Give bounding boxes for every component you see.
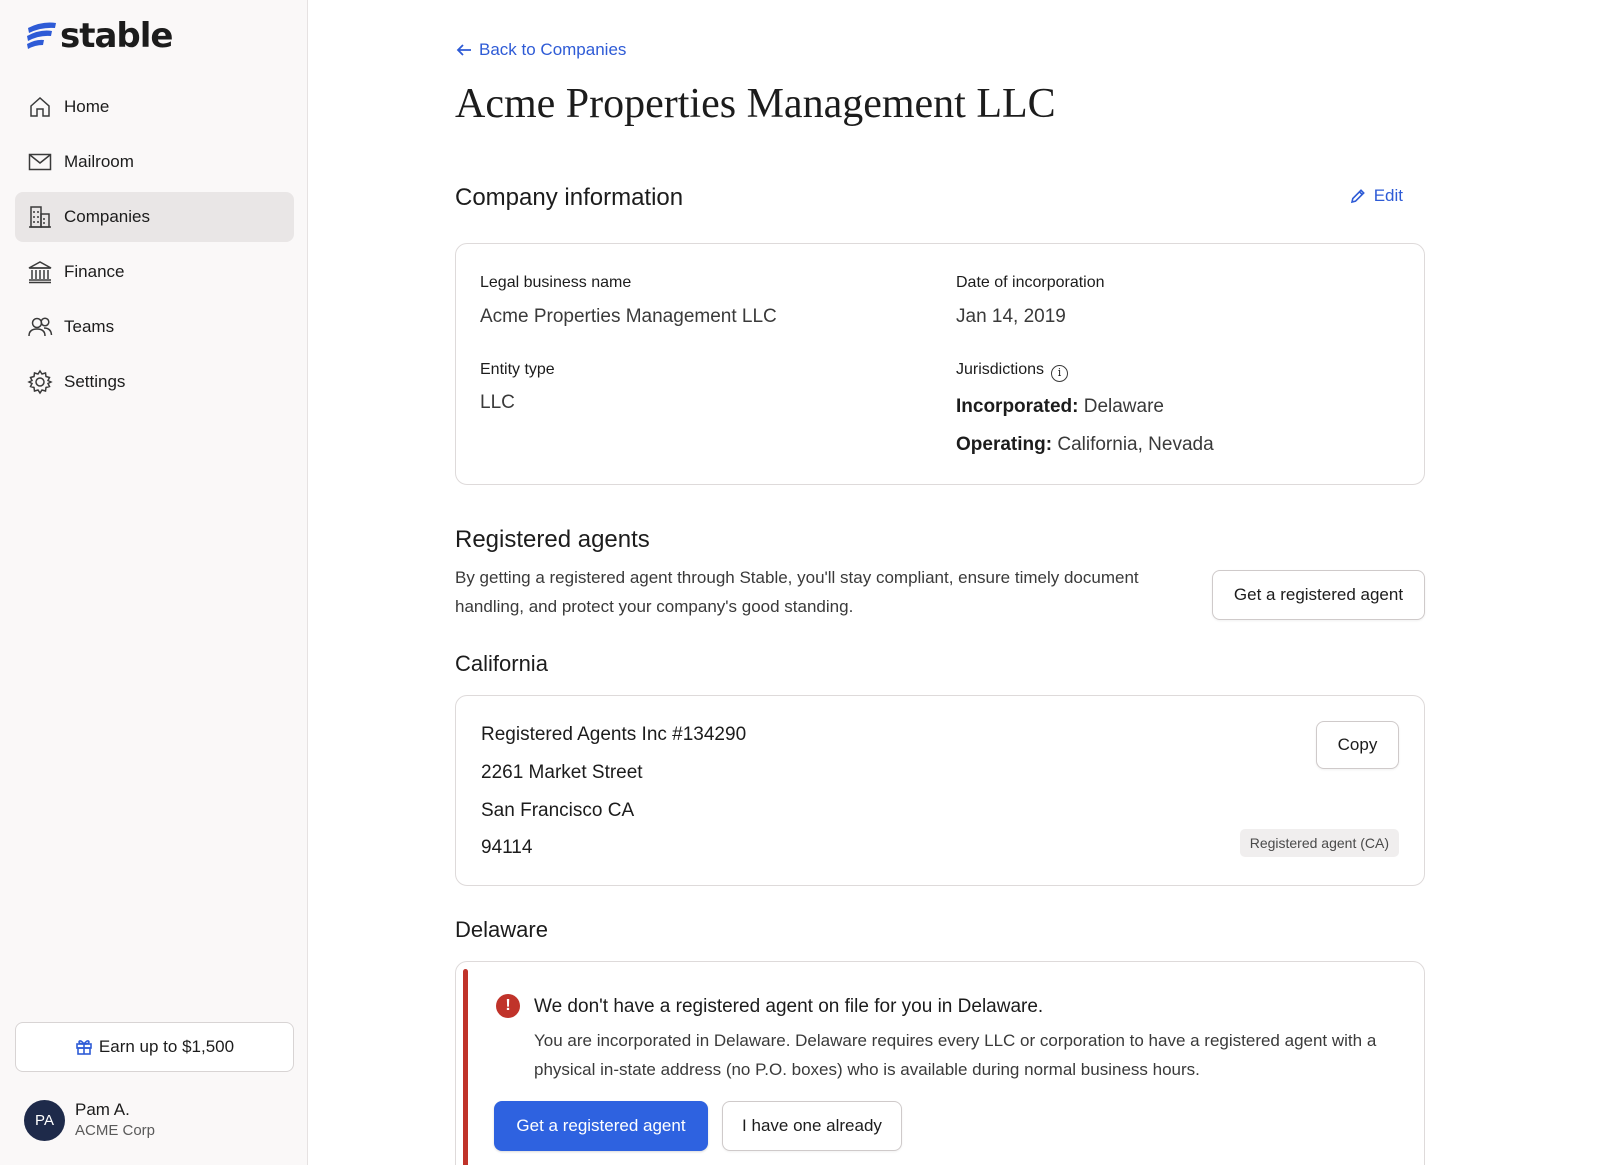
arrow-left-icon <box>456 44 471 56</box>
sidebar-item-finance[interactable]: Finance <box>15 247 294 297</box>
operating-value: California, Nevada <box>1057 434 1214 455</box>
sidebar-item-label: Finance <box>64 262 125 281</box>
jurisdictions-label-text: Jurisdictions <box>956 361 1045 378</box>
operating-label: Operating: <box>956 434 1053 455</box>
operating-row: Operating: California, Nevada <box>956 434 1214 456</box>
incorp-date-label: Date of incorporation <box>956 274 1105 291</box>
back-to-companies-link[interactable]: Back to Companies <box>455 40 626 60</box>
users-icon <box>27 314 53 340</box>
company-info-card: Legal business name Acme Properties Mana… <box>455 243 1425 485</box>
status-badge: Registered agent (CA) <box>1239 829 1399 857</box>
incorporated-label: Incorporated: <box>956 396 1079 417</box>
incorporated-row: Incorporated: Delaware <box>956 396 1164 418</box>
sidebar-item-label: Settings <box>64 372 126 391</box>
sidebar-item-mailroom[interactable]: Mailroom <box>15 137 294 187</box>
sidebar-item-label: Companies <box>64 207 150 226</box>
building-icon <box>27 204 53 230</box>
back-link-label: Back to Companies <box>479 40 627 59</box>
brand-name: stable <box>60 16 173 56</box>
sidebar-item-home[interactable]: Home <box>15 82 294 132</box>
california-agent-card: Registered Agents Inc #134290 2261 Marke… <box>455 695 1425 886</box>
user-profile[interactable]: PA Pam A. ACME Corp <box>24 1099 155 1141</box>
agent-name: Registered Agents Inc #134290 <box>481 724 747 745</box>
user-org: ACME Corp <box>75 1122 156 1139</box>
stable-logo-mark-icon <box>27 22 56 49</box>
gift-icon <box>76 1040 92 1055</box>
sidebar-item-teams[interactable]: Teams <box>15 302 294 352</box>
edit-company-button[interactable]: Edit <box>1349 186 1403 206</box>
registered-agents-description: By getting a registered agent through St… <box>455 568 1139 616</box>
stable-logo[interactable]: stable <box>24 16 173 56</box>
alert-icon: ! <box>496 994 520 1018</box>
legal-name-label: Legal business name <box>480 274 632 291</box>
agent-zip: 94114 <box>481 837 533 858</box>
earn-referral-label: Earn up to $1,500 <box>98 1037 235 1056</box>
legal-name-value: Acme Properties Management LLC <box>480 306 777 327</box>
sidebar-item-settings[interactable]: Settings <box>15 357 294 407</box>
jurisdictions-label: Jurisdictions i <box>956 361 1069 382</box>
california-heading: California <box>455 651 548 676</box>
sidebar-item-label: Teams <box>64 317 115 336</box>
company-info-heading: Company information <box>455 184 684 211</box>
delaware-heading: Delaware <box>455 917 548 942</box>
home-icon <box>27 94 53 120</box>
pencil-icon <box>1350 189 1365 204</box>
incorporated-value: Delaware <box>1083 396 1164 417</box>
user-name: Pam A. <box>75 1100 130 1119</box>
mail-icon <box>27 149 53 175</box>
info-icon[interactable]: i <box>1051 365 1069 382</box>
sidebar-item-label: Home <box>64 97 110 116</box>
sidebar: stable Home Mailroom Companies Finance T… <box>0 0 308 1165</box>
delaware-get-agent-button[interactable]: Get a registered agent <box>494 1101 708 1151</box>
gear-icon <box>27 369 53 395</box>
delaware-alert-card: ! We don't have a registered agent on fi… <box>455 961 1425 1165</box>
sidebar-item-label: Mailroom <box>64 152 134 171</box>
sidebar-item-companies[interactable]: Companies <box>15 192 294 242</box>
agent-street: 2261 Market Street <box>481 762 643 783</box>
sidebar-nav: Home Mailroom Companies Finance Teams Se… <box>15 82 294 412</box>
alert-body: You are incorporated in Delaware. Delawa… <box>534 1031 1377 1079</box>
earn-referral-button[interactable]: Earn up to $1,500 <box>15 1022 294 1072</box>
avatar: PA <box>24 1099 65 1141</box>
copy-address-button[interactable]: Copy <box>1316 721 1399 769</box>
registered-agents-heading: Registered agents <box>455 526 650 553</box>
page-title: Acme Properties Management LLC <box>455 81 1056 127</box>
entity-type-value: LLC <box>480 392 515 413</box>
agent-city: San Francisco CA <box>481 800 635 821</box>
get-registered-agent-button[interactable]: Get a registered agent <box>1212 570 1425 620</box>
alert-title: We don't have a registered agent on file… <box>534 996 1044 1017</box>
alert-accent-bar <box>463 969 468 1165</box>
edit-label: Edit <box>1373 186 1403 205</box>
incorp-date-value: Jan 14, 2019 <box>956 306 1066 327</box>
have-agent-already-button[interactable]: I have one already <box>722 1101 902 1151</box>
bank-icon <box>27 259 53 285</box>
entity-type-label: Entity type <box>480 361 555 378</box>
